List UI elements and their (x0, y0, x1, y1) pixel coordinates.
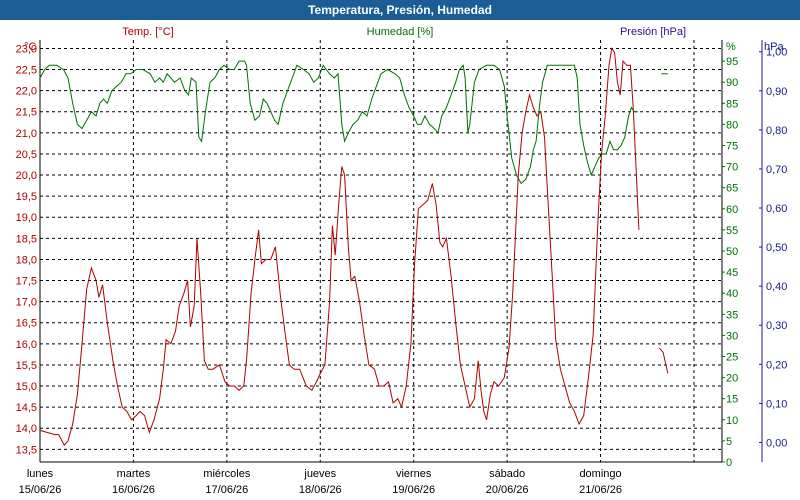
humidity-tick-label: 90 (726, 77, 738, 89)
humidity-tick-label: 50 (726, 246, 738, 258)
pressure-tick-label: 0,00 (766, 437, 787, 449)
humidity-tick-label: 25 (726, 352, 738, 364)
temperature-tick-label: 18,0 (16, 254, 37, 266)
pressure-series-label: Presión [hPa] (620, 26, 686, 38)
temperature-tick-label: 16,5 (16, 318, 37, 330)
temperature-tick-label: 20,0 (16, 170, 37, 182)
label-layer: 13,5 14,0 14,5 15,0 15,5 16,0 16,5 17,0 17,5 18,0… (16, 26, 788, 496)
humidity-tick-label: 15 (726, 394, 738, 406)
weather-chart: 13,5 14,0 14,5 15,0 15,5 16,0 16,5 17,0 17,5 18,0… (16, 26, 788, 496)
humidity-unit-label: % (726, 41, 736, 53)
pressure-tick-label: 0,80 (766, 125, 787, 137)
day-date-label: 20/06/26 (486, 484, 529, 496)
temperature-tick-label: 15,0 (16, 381, 37, 393)
pressure-tick-label: 0,70 (766, 164, 787, 176)
temperature-series-line (39, 47, 640, 446)
day-date-label: 21/06/26 (579, 484, 622, 496)
temperature-tick-label: 17,5 (16, 276, 37, 288)
humidity-tick-label: 55 (726, 225, 738, 237)
day-weekday-label: jueves (303, 468, 336, 480)
pressure-tick-label: 0,30 (766, 320, 787, 332)
temperature-tick-label: 14,0 (16, 423, 37, 435)
day-date-label: 16/06/26 (112, 484, 155, 496)
chart-window: Temperatura, Presión, Humedad 13,5 14,0 14… (0, 0, 800, 500)
temperature-series-label: Temp. [°C] (122, 26, 173, 38)
day-weekday-label: viernes (396, 468, 432, 480)
temperature-tick-label: 14,5 (16, 402, 37, 414)
humidity-tick-label: 35 (726, 309, 738, 321)
pressure-unit-label: hPa (764, 41, 784, 53)
temperature-tick-label: 15,5 (16, 360, 37, 372)
temperature-tick-label: 22,5 (16, 65, 37, 77)
day-date-label: 15/06/26 (19, 484, 62, 496)
temperature-tick-label: 22,0 (16, 86, 37, 98)
humidity-tick-label: 65 (726, 183, 738, 195)
temperature-tick-label: 13,5 (16, 444, 37, 456)
day-weekday-label: domingo (579, 468, 621, 480)
temperature-tick-label: 19,5 (16, 191, 37, 203)
humidity-tick-label: 40 (726, 288, 738, 300)
pressure-tick-label: 0,50 (766, 242, 787, 254)
temperature-tick-label: 19,0 (16, 212, 37, 224)
pressure-tick-label: 0,60 (766, 203, 787, 215)
pressure-tick-label: 0,40 (766, 281, 787, 293)
temperature-tick-label: 21,5 (16, 107, 37, 119)
temperature-series-line-tail (659, 347, 669, 374)
temperature-unit-label: °C (24, 41, 36, 53)
humidity-tick-label: 0 (726, 457, 732, 469)
temperature-tick-label: 20,5 (16, 149, 37, 161)
temperature-tick-label: 21,0 (16, 128, 37, 140)
humidity-tick-label: 95 (726, 56, 738, 68)
day-weekday-label: sábado (489, 468, 525, 480)
chart-title: Temperatura, Presión, Humedad (308, 3, 492, 17)
pressure-tick-label: 0,90 (766, 86, 787, 98)
temperature-tick-label: 16,0 (16, 339, 37, 351)
humidity-tick-label: 85 (726, 98, 738, 110)
humidity-tick-label: 80 (726, 119, 738, 131)
humidity-tick-label: 45 (726, 267, 738, 279)
pressure-tick-label: 0,20 (766, 359, 787, 371)
humidity-series-label: Humedad [%] (367, 26, 434, 38)
humidity-tick-label: 30 (726, 330, 738, 342)
temperature-tick-label: 17,0 (16, 297, 37, 309)
day-weekday-label: lunes (27, 468, 54, 480)
pressure-tick-label: 0,10 (766, 398, 787, 410)
humidity-series-line (39, 60, 638, 185)
humidity-tick-label: 70 (726, 162, 738, 174)
grid-layer (40, 40, 722, 462)
day-weekday-label: miércoles (203, 468, 251, 480)
temperature-tick-label: 18,5 (16, 233, 37, 245)
axes-layer (39, 40, 763, 463)
humidity-tick-label: 75 (726, 141, 738, 153)
humidity-tick-label: 5 (726, 436, 732, 448)
humidity-tick-label: 10 (726, 415, 738, 427)
day-date-label: 17/06/26 (205, 484, 248, 496)
humidity-tick-label: 60 (726, 204, 738, 216)
day-date-label: 19/06/26 (392, 484, 435, 496)
humidity-tick-label: 20 (726, 373, 738, 385)
day-date-label: 18/06/26 (299, 484, 342, 496)
chart-title-bar: Temperatura, Presión, Humedad (0, 0, 800, 20)
day-weekday-label: martes (117, 468, 151, 480)
